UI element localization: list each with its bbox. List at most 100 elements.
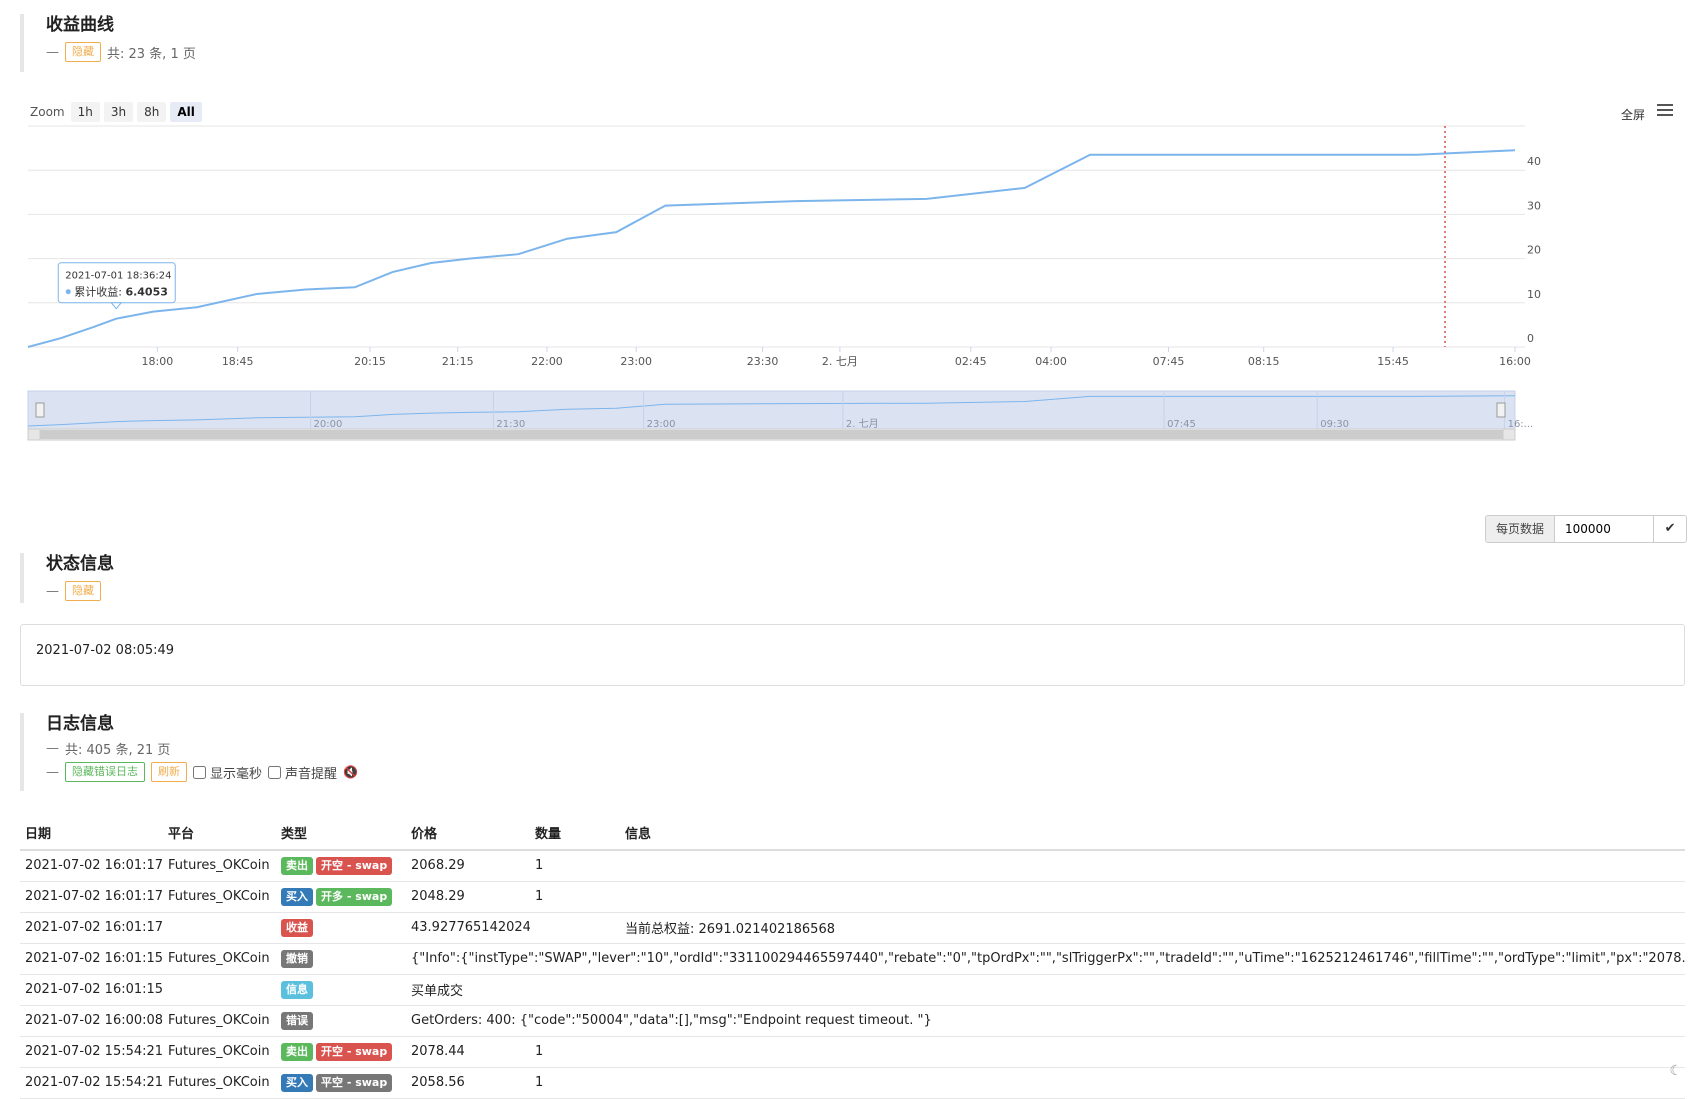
x-tick-label: 18:00 [142,355,174,368]
tooltip-time: 2021-07-01 18:36:24 [65,271,171,282]
cell-price: {"Info":{"instType":"SWAP","lever":"10",… [406,943,1685,974]
cell-price: GetOrders: 400: {"code":"50004","data":[… [406,1005,1685,1036]
cell-date: 2021-07-02 15:54:21 [20,1067,163,1098]
log-section-header: 日志信息 — 共: 405 条, 21 页 — 隐藏错误日志 刷新 显示毫秒 声… [20,713,358,791]
table-row: 2021-07-02 16:01:17Futures_OKCoin卖出开空 - … [20,850,1685,881]
table-row: 2021-07-02 15:54:21Futures_OKCoin买入平空 - … [20,1067,1685,1098]
refresh-button[interactable]: 刷新 [151,762,187,782]
cell-price: 2078.44 [406,1036,530,1067]
profit-summary: 共: 23 条, 1 页 [107,43,196,62]
cell-type: 买入开多 - swap [276,881,406,912]
cell-type: 卖出开空 - swap [276,1036,406,1067]
col-date: 日期 [20,817,163,850]
tooltip-marker [66,289,71,294]
cell-type: 收益 [276,912,406,943]
cell-date: 2021-07-02 16:01:17 [20,881,163,912]
show-ms-toggle[interactable]: 显示毫秒 [193,763,262,782]
cell-price: 2048.29 [406,881,530,912]
cell-type: 买入平空 - swap [276,1067,406,1098]
cell-type: 卖出开空 - swap [276,850,406,881]
x-tick-label: 18:45 [222,355,254,368]
y-tick-label: 40 [1527,155,1541,168]
x-tick-label: 04:00 [1035,355,1067,368]
dash: — [46,45,59,60]
scrollbar-thumb [40,430,1503,439]
cell-date: 2021-07-02 15:54:21 [20,1036,163,1067]
status-sub-line: — 隐藏 [46,581,114,601]
tooltip-label: 累计收益: 6.4053 [74,285,168,299]
cell-date: 2021-07-02 16:01:17 [20,850,163,881]
y-tick-label: 30 [1527,199,1541,212]
x-tick-label: 16:00 [1499,355,1531,368]
cell-info [620,1067,1685,1098]
tooltip-pointer [111,303,121,309]
y-tick-label: 20 [1527,244,1541,257]
cell-type: 信息 [276,974,406,1005]
direction-badge: 开空 - swap [316,1043,392,1061]
cell-amount: 1 [530,1036,620,1067]
navigator-tick-label: 20:00 [314,419,343,430]
navigator-handle [36,403,44,417]
dash: — [46,584,59,599]
cell-platform: Futures_OKCoin [163,943,276,974]
log-controls: — 隐藏错误日志 刷新 显示毫秒 声音提醒 🔇 [46,762,358,782]
cell-info [620,881,1685,912]
col-amount: 数量 [530,817,620,850]
cell-date: 2021-07-02 16:00:08 [20,1005,163,1036]
cell-date: 2021-07-02 16:01:15 [20,943,163,974]
check-icon[interactable]: ✔ [1653,516,1686,542]
moon-icon[interactable]: ☾ [1669,1063,1682,1079]
per-page-input[interactable] [1555,516,1653,542]
sound-checkbox[interactable] [268,766,281,779]
chart-canvas: 01020304018:0018:4520:1521:1522:0023:002… [20,96,1685,486]
log-table-header: 日期 平台 类型 价格 数量 信息 [20,817,1685,850]
x-tick-label: 22:00 [531,355,563,368]
navigator-tick-label: 21:30 [496,419,525,430]
y-tick-label: 0 [1527,332,1534,345]
log-summary: 共: 405 条, 21 页 [65,739,170,758]
cell-date: 2021-07-02 16:01:17 [20,912,163,943]
type-badge: 错误 [281,1012,313,1030]
type-badge: 卖出 [281,857,313,875]
direction-badge: 开多 - swap [316,888,392,906]
cell-platform: Futures_OKCoin [163,1067,276,1098]
log-summary-line: — 共: 405 条, 21 页 [46,739,358,758]
profit-series-line [28,150,1515,347]
profit-chart: Zoom 1h 3h 8h All 全屏 01020304018:0018:45… [20,96,1685,486]
direction-badge: 开空 - swap [316,857,392,875]
cell-platform [163,974,276,1005]
cell-platform: Futures_OKCoin [163,881,276,912]
cell-info [620,974,1685,1005]
status-section-header: 状态信息 — 隐藏 [20,553,114,603]
cell-price: 买单成交 [406,974,530,1005]
x-tick-label: 23:30 [747,355,779,368]
cell-amount: 1 [530,1067,620,1098]
cell-price: 2068.29 [406,850,530,881]
status-section-title: 状态信息 [46,553,114,575]
table-row: 2021-07-02 16:01:17Futures_OKCoin买入开多 - … [20,881,1685,912]
cell-info [620,1036,1685,1067]
x-tick-label: 02:45 [955,355,987,368]
hide-error-log-button[interactable]: 隐藏错误日志 [65,762,145,782]
x-tick-label: 21:15 [442,355,474,368]
hide-profit-button[interactable]: 隐藏 [65,42,101,62]
cell-amount [530,912,620,943]
table-row: 2021-07-02 16:00:08Futures_OKCoin 错误 GetOr… [20,1005,1685,1036]
profit-summary-line: — 隐藏 共: 23 条, 1 页 [46,42,196,62]
cell-platform: Futures_OKCoin [163,1005,276,1036]
cell-price: 43.927765142024 [406,912,530,943]
col-info: 信息 [620,817,1685,850]
cell-date: 2021-07-02 16:01:15 [20,974,163,1005]
sound-toggle[interactable]: 声音提醒 [268,763,337,782]
profit-section-header: 收益曲线 — 隐藏 共: 23 条, 1 页 [20,14,196,72]
navigator-tick-label: 07:45 [1167,419,1196,430]
x-tick-label: 2. 七月 [822,355,858,368]
cell-type: 错误 [276,1005,406,1036]
hide-status-button[interactable]: 隐藏 [65,581,101,601]
table-row: 2021-07-02 16:01:15Futures_OKCoin撤销{"Inf… [20,943,1685,974]
col-price: 价格 [406,817,530,850]
speaker-mute-icon[interactable]: 🔇 [343,765,358,779]
show-ms-checkbox[interactable] [193,766,206,779]
cell-info [620,850,1685,881]
navigator-tick-label: 16:... [1508,419,1534,430]
